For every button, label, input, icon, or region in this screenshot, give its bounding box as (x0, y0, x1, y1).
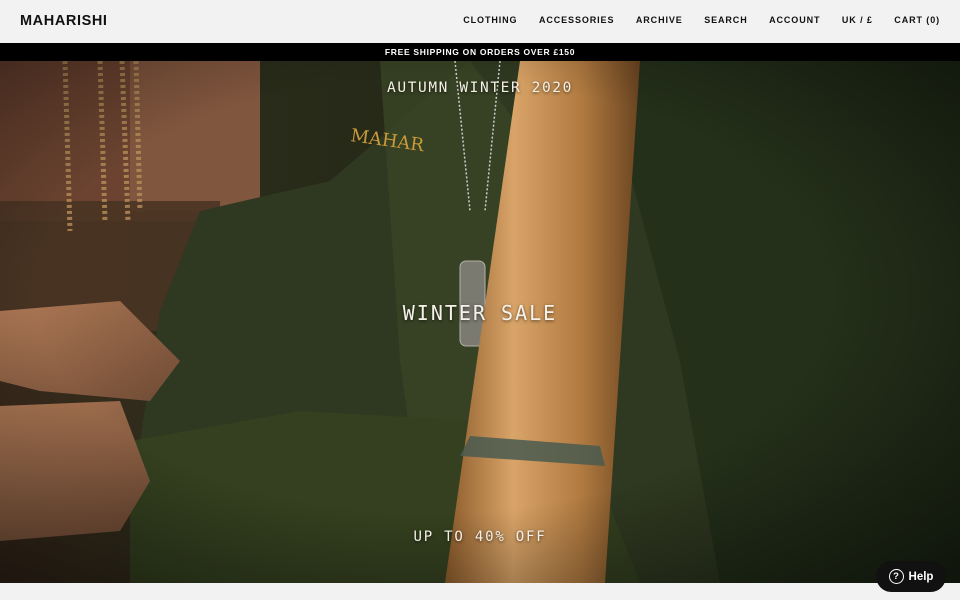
shipping-announcement: FREE SHIPPING ON ORDERS OVER £150 (0, 43, 960, 61)
hero-banner[interactable]: MAHAR AUTUMN WINTER 2020 WINTER SALE UP … (0, 61, 960, 583)
nav-accessories[interactable]: ACCESSORIES (539, 15, 614, 25)
nav-search[interactable]: SEARCH (704, 15, 747, 25)
brand-logo[interactable]: MAHARISHI (20, 13, 108, 29)
question-icon: ? (888, 569, 904, 584)
hero-season-label: AUTUMN WINTER 2020 (387, 80, 573, 96)
help-button[interactable]: ? Help (876, 561, 946, 592)
page-below-fold (0, 583, 960, 600)
nav-account[interactable]: ACCOUNT (769, 15, 820, 25)
main-nav: CLOTHING ACCESSORIES ARCHIVE SEARCH ACCO… (442, 15, 940, 25)
nav-clothing[interactable]: CLOTHING (463, 15, 517, 25)
site-header: MAHARISHI CLOTHING ACCESSORIES ARCHIVE S… (0, 0, 960, 43)
nav-cart[interactable]: CART (0) (894, 15, 940, 25)
hero-title: WINTER SALE (402, 301, 558, 325)
hero-subtitle: UP TO 40% OFF (413, 529, 547, 545)
nav-currency[interactable]: UK / £ (842, 15, 873, 25)
nav-archive[interactable]: ARCHIVE (636, 15, 683, 25)
help-label: Help (908, 570, 934, 583)
